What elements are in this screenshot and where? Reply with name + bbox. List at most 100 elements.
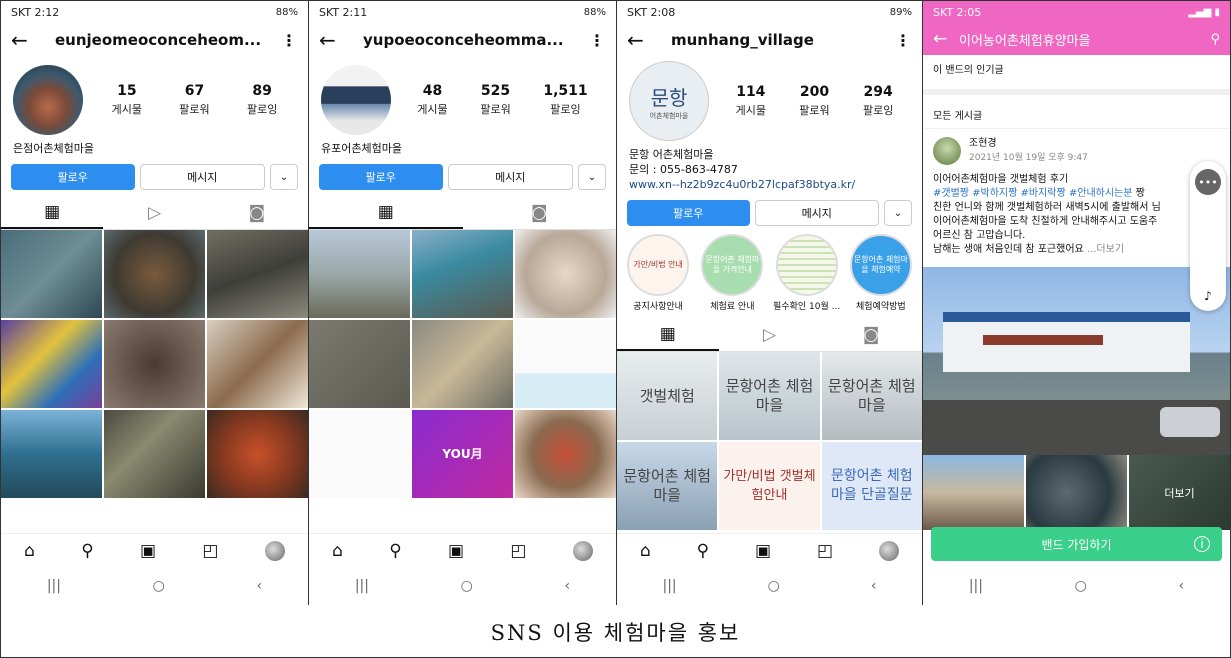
stat-following[interactable]: 294 팔로잉 [863,84,893,118]
post-thumbnail[interactable] [515,410,616,498]
more-options-icon[interactable]: ⋮ [588,31,606,50]
back-chevron-icon[interactable]: ‹ [871,578,877,594]
chevron-down-icon[interactable]: ⌄ [270,164,298,190]
back-arrow-icon[interactable]: ← [319,28,349,52]
profile-avatar-icon[interactable] [572,540,593,561]
post-thumbnail[interactable]: 문항어촌 체험마을 단골질문 [821,442,922,530]
post-thumbnail[interactable] [104,320,205,408]
stat-followers[interactable]: 200 팔로워 [799,84,829,118]
stat-followers[interactable]: 525 팔로워 [480,83,510,117]
recents-icon[interactable]: ||| [663,578,677,594]
stat-following[interactable]: 89 팔로잉 [247,83,277,117]
tagged-icon[interactable]: ◙ [820,318,922,351]
post-thumbnail[interactable]: YOU月 [412,410,513,498]
shop-icon[interactable]: ◰ [510,541,526,561]
search-icon[interactable]: ⚲ [1210,32,1220,47]
post-thumbnail[interactable]: 갯벌체험 [617,352,718,440]
home-icon[interactable]: ⌂ [24,541,35,561]
post-thumbnail[interactable] [1,320,102,408]
follow-button[interactable]: 팔로우 [11,164,135,190]
message-button[interactable]: 메시지 [139,164,265,190]
back-arrow-icon[interactable]: ← [627,28,657,52]
follow-button[interactable]: 팔로우 [627,200,750,226]
more-menu-icon[interactable]: ••• [1195,169,1221,195]
stat-followers[interactable]: 67 팔로워 [179,83,209,117]
back-arrow-icon[interactable]: ← [933,29,959,49]
post-thumbnail[interactable] [104,230,205,318]
highlight-check[interactable]: 필수확인 10월 ... [772,234,842,312]
home-circle-icon[interactable]: ○ [1075,578,1087,594]
recents-icon[interactable]: ||| [355,578,369,594]
back-chevron-icon[interactable]: ‹ [565,578,571,594]
chevron-down-icon[interactable]: ⌄ [884,200,912,226]
reels-nav-icon[interactable]: ▣ [755,541,771,561]
post-thumbnail[interactable] [412,230,513,318]
reels-icon[interactable]: ▷ [719,318,821,351]
post-tags[interactable]: #갯벌짱 #박하지짱 #바지락짱 #안내하시는분 [933,188,1132,199]
search-icon[interactable]: ⚲ [697,541,709,561]
read-more-link[interactable]: ...더보기 [1084,244,1124,255]
reels-nav-icon[interactable]: ▣ [140,541,156,561]
recents-icon[interactable]: ||| [969,578,983,594]
stat-following[interactable]: 1,511 팔로잉 [543,83,587,117]
more-options-icon[interactable]: ⋮ [894,31,912,50]
shop-icon[interactable]: ◰ [817,541,833,561]
stat-posts[interactable]: 48 게시물 [417,83,447,117]
highlight-notice[interactable]: 가만/비법 안내 공지사항안내 [623,234,693,312]
grid-icon[interactable]: ▦ [1,196,104,229]
post-thumbnail[interactable] [207,410,308,498]
post-thumbnail[interactable] [309,320,410,408]
home-circle-icon[interactable]: ○ [768,578,780,594]
home-icon[interactable]: ⌂ [640,541,651,561]
post-thumbnail[interactable]: 문항어촌 체험마을 [617,442,718,530]
avatar[interactable] [13,65,83,135]
recents-icon[interactable]: ||| [47,578,61,594]
profile-avatar-icon[interactable] [879,540,900,561]
avatar[interactable] [321,65,391,135]
home-circle-icon[interactable]: ○ [461,578,473,594]
chevron-down-icon[interactable]: ⌄ [578,164,606,190]
back-arrow-icon[interactable]: ← [11,28,41,52]
post-thumbnail[interactable] [207,230,308,318]
sound-icon[interactable]: ♪ [1204,289,1212,303]
join-band-button[interactable]: 밴드 가입하기 i [931,527,1222,561]
post-thumbnail[interactable] [515,320,616,408]
thumbnail[interactable] [1026,455,1127,530]
search-icon[interactable]: ⚲ [81,541,93,561]
highlight-fee[interactable]: 문항어촌 체험마을 가격안내 체험료 안내 [697,234,767,312]
thumbnail[interactable] [923,455,1024,530]
post-thumbnail[interactable] [104,410,205,498]
post-thumbnail[interactable] [207,320,308,408]
tagged-icon[interactable]: ◙ [463,196,617,229]
back-chevron-icon[interactable]: ‹ [257,578,263,594]
grid-icon[interactable]: ▦ [309,196,463,229]
search-icon[interactable]: ⚲ [389,541,401,561]
profile-link[interactable]: www.xn--hz2b9zc4u0rb27lcpaf38btya.kr/ [629,177,910,192]
post-thumbnail[interactable] [309,410,410,498]
back-chevron-icon[interactable]: ‹ [1179,578,1185,594]
avatar[interactable]: 문항 어촌체험마을 [629,61,709,141]
post-thumbnail[interactable] [412,320,513,408]
follow-button[interactable]: 팔로우 [319,164,443,190]
home-icon[interactable]: ⌂ [332,541,343,561]
post-thumbnail[interactable] [1,230,102,318]
profile-avatar-icon[interactable] [264,540,285,561]
message-button[interactable]: 메시지 [754,200,879,226]
stat-posts[interactable]: 114 게시물 [736,84,766,118]
author-avatar[interactable] [933,137,961,165]
post-thumbnail[interactable]: 문항어촌 체험마을 [821,352,922,440]
home-circle-icon[interactable]: ○ [153,578,165,594]
message-button[interactable]: 메시지 [447,164,573,190]
thumbnail-more[interactable]: 더보기 [1129,455,1230,530]
post-thumbnail[interactable]: 가만/비법 갯벌체험안내 [719,442,820,530]
shop-icon[interactable]: ◰ [202,541,218,561]
more-options-icon[interactable]: ⋮ [280,31,298,50]
post-photo[interactable] [923,267,1230,455]
info-icon[interactable]: i [1194,536,1210,552]
highlight-booking[interactable]: 문항어촌 체험마을 체험예약 체험예약방법 [846,234,916,312]
post-thumbnail[interactable]: 문항어촌 체험마을 [719,352,820,440]
reels-icon[interactable]: ▷ [103,196,205,229]
reels-nav-icon[interactable]: ▣ [448,541,464,561]
post-thumbnail[interactable] [309,230,410,318]
post-thumbnail[interactable] [1,410,102,498]
